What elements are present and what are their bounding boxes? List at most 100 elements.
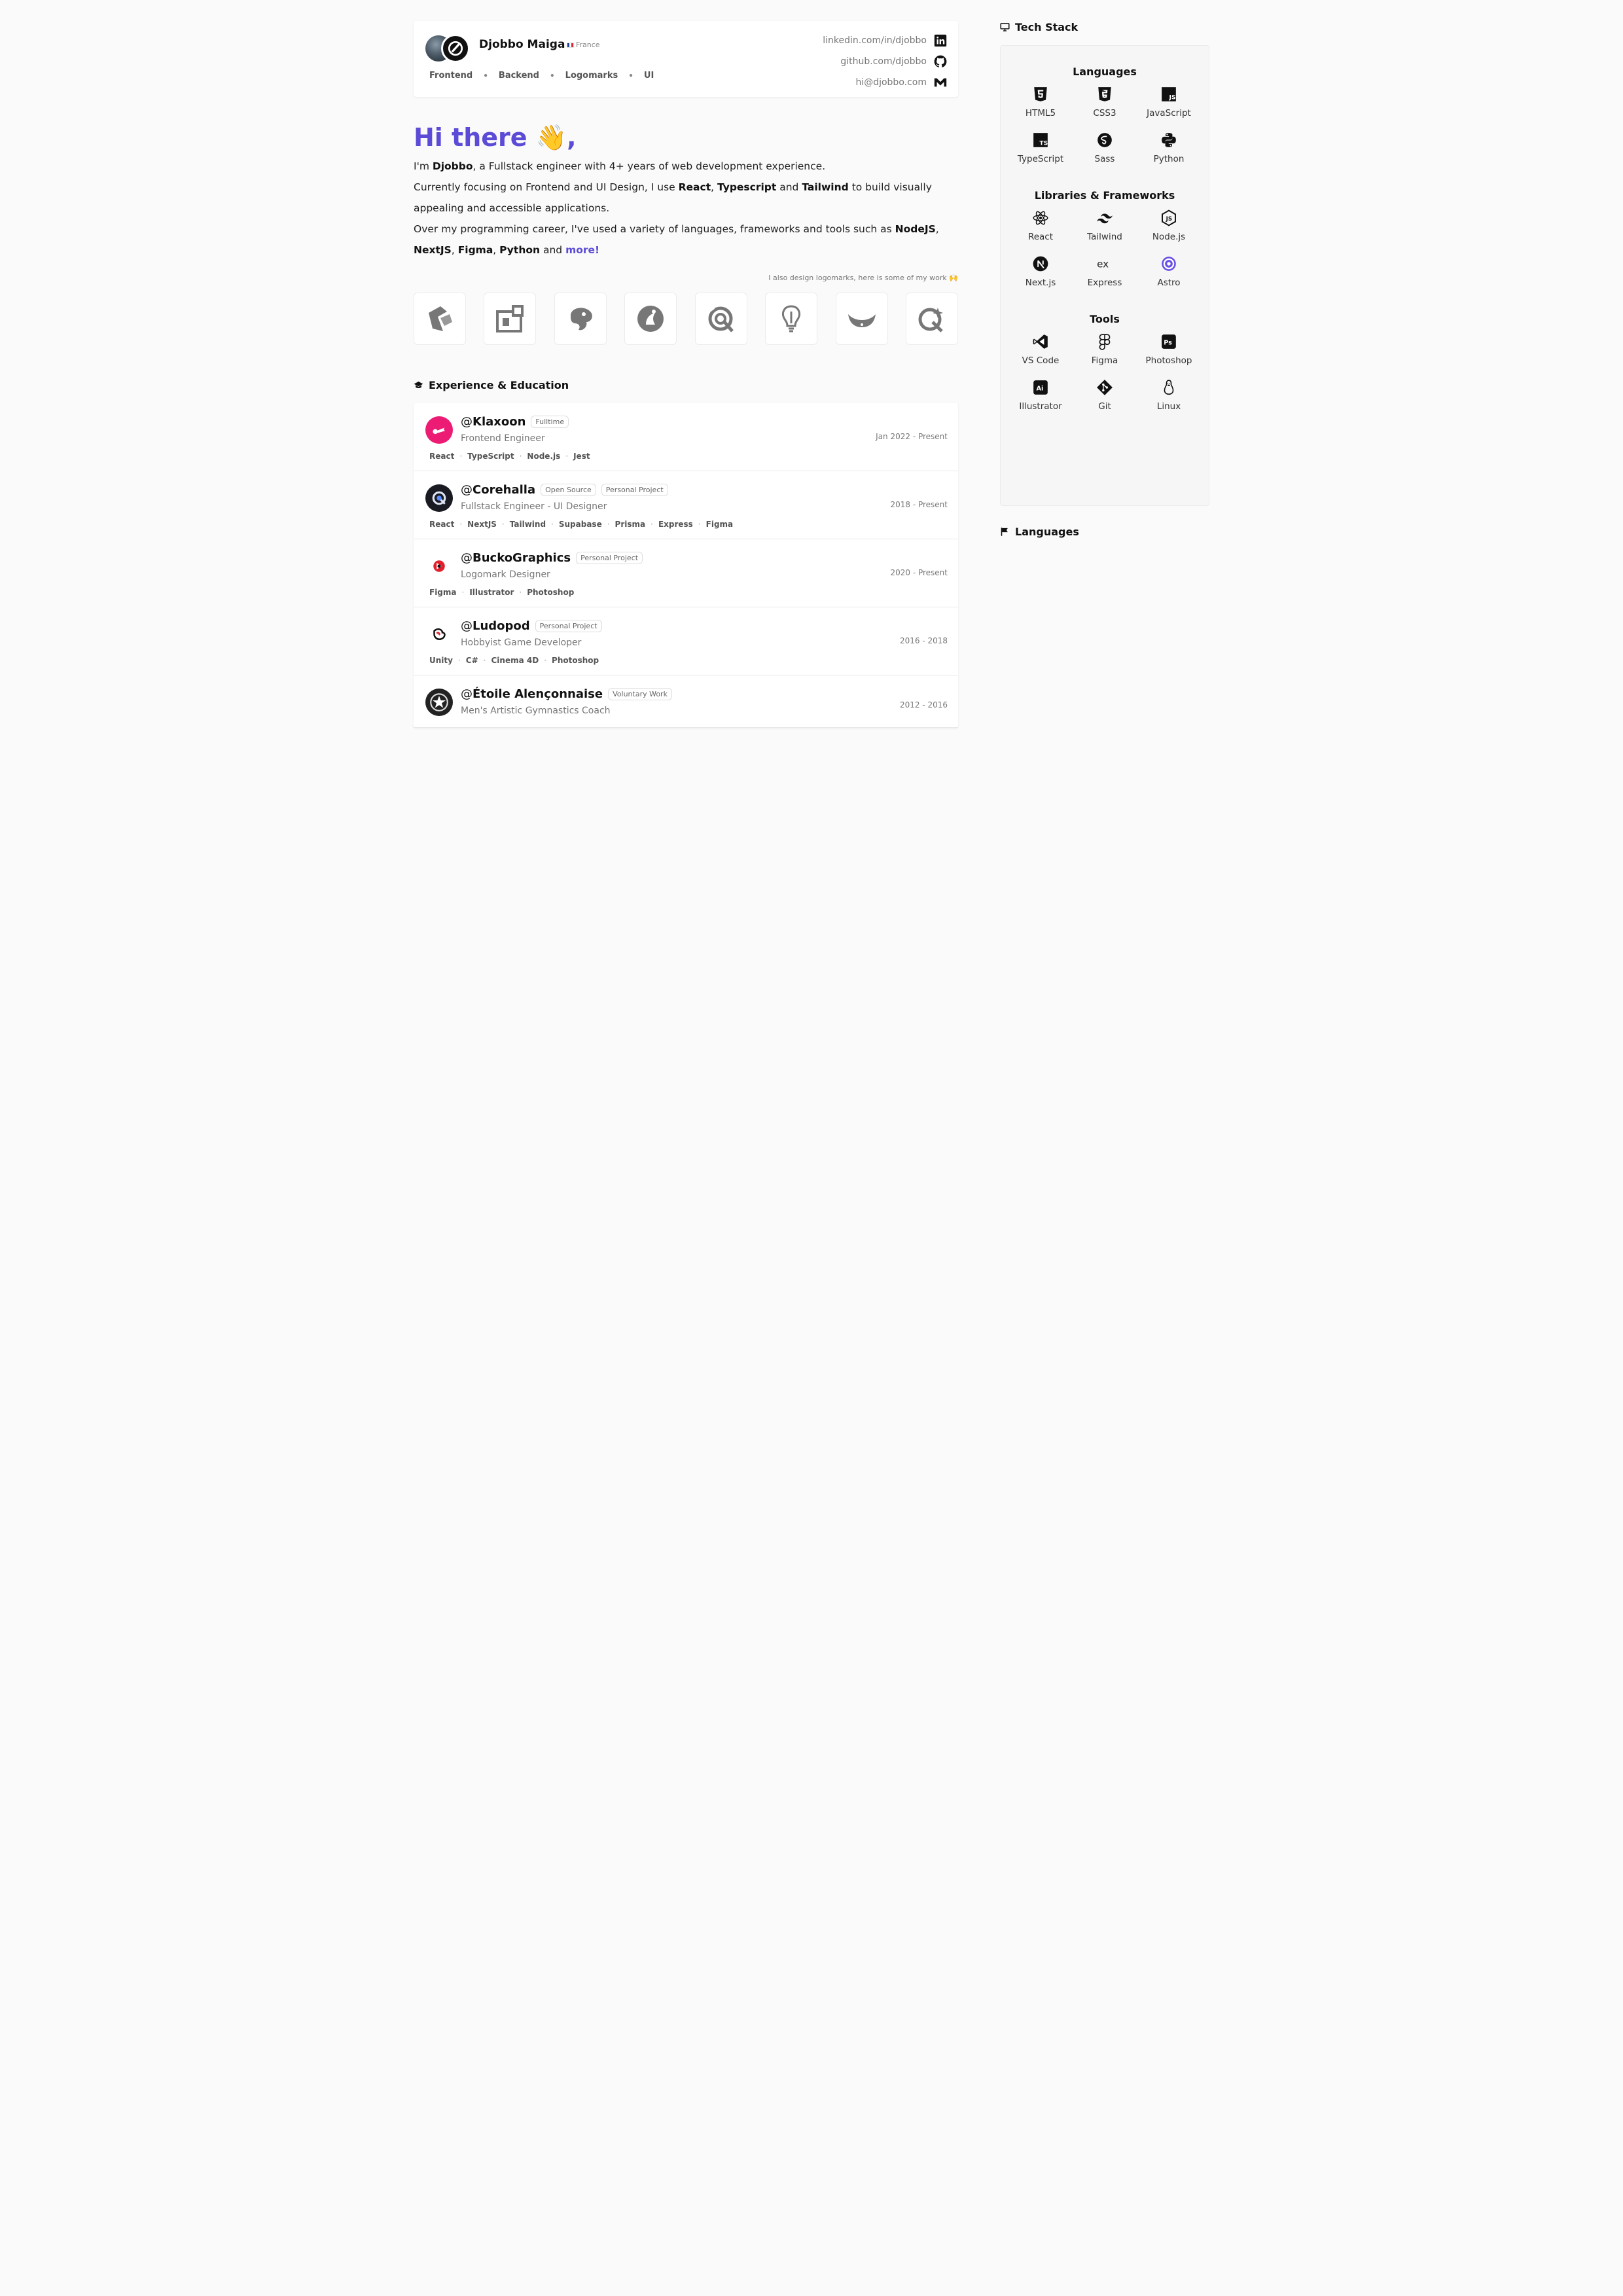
company-name[interactable]: @Étoile Alençonnaise <box>461 687 603 701</box>
logomark-tile[interactable] <box>905 292 958 345</box>
express-icon: ex <box>1097 258 1109 270</box>
experience-item[interactable]: @Corehalla Open Source Personal Project … <box>414 471 958 539</box>
logomark-gallery <box>414 292 958 345</box>
logomark-tile[interactable] <box>835 292 888 345</box>
tech-item: Photoshop <box>552 655 599 665</box>
svg-text:Ps: Ps <box>1164 339 1172 346</box>
nodejs-icon: JS <box>1162 209 1176 226</box>
tech-item[interactable]: Ai Illustrator <box>1008 379 1073 412</box>
tech-item[interactable]: Sass <box>1073 132 1137 164</box>
profile-header: Djobbo Maiga France Frontend • Backend •… <box>414 21 958 97</box>
tech-item: Node.js <box>527 451 561 461</box>
logomark-2-icon <box>496 304 524 332</box>
mail-icon[interactable] <box>933 75 948 90</box>
tech-label: React <box>1027 232 1054 242</box>
role-item: UI <box>643 71 654 81</box>
sidebar: Tech Stack Languages HTML5 CSS3 JS JavaSc… <box>1000 21 1209 538</box>
date-range: Jan 2022 - Present <box>876 431 948 441</box>
role-item: Logomarks <box>565 71 618 81</box>
linkedin-url[interactable]: linkedin.com/in/djobbo <box>823 35 927 46</box>
experience-item[interactable]: @Ludopod Personal Project Hobbyist Game … <box>414 607 958 675</box>
main-column: Djobbo Maiga France Frontend • Backend •… <box>414 21 958 728</box>
role-list: Frontend • Backend • Logomarks • UI <box>429 71 654 81</box>
sass-icon <box>1097 133 1112 147</box>
company-name[interactable]: @BuckoGraphics <box>461 551 571 565</box>
experience-item[interactable]: @BuckoGraphics Personal Project Logomark… <box>414 539 958 607</box>
role-item: Backend <box>498 71 539 81</box>
tech-item[interactable]: Astro <box>1137 255 1201 288</box>
tech-item[interactable]: JS JavaScript <box>1137 86 1201 118</box>
company-name[interactable]: @Ludopod <box>461 619 530 633</box>
experience-header: @Klaxoon Fulltime <box>461 415 569 429</box>
tech-item[interactable]: HTML5 <box>1008 86 1073 118</box>
tech-item[interactable]: JS Node.js <box>1137 209 1201 242</box>
bio-text-segment: , <box>935 223 939 235</box>
tech-item[interactable]: Git <box>1073 379 1137 412</box>
date-range: 2012 - 2016 <box>899 700 948 709</box>
logomark-tile[interactable] <box>414 292 466 345</box>
linkedin-icon[interactable] <box>933 33 948 48</box>
nextjs-icon <box>1033 256 1048 272</box>
avatar-group <box>425 33 471 64</box>
tech-item: Tailwind <box>509 519 546 529</box>
email-link[interactable]: hi@djobbo.com <box>823 72 948 93</box>
tech-list: Unity · C# · Cinema 4D · Photoshop <box>429 656 599 665</box>
github-icon[interactable] <box>933 54 948 69</box>
tech-item: Express <box>658 519 693 529</box>
figma-icon <box>1099 334 1111 350</box>
linkedin-link[interactable]: linkedin.com/in/djobbo <box>823 30 948 51</box>
javascript-icon: JS <box>1162 87 1176 101</box>
bio-highlight: NextJS <box>414 243 452 256</box>
date-range: 2016 - 2018 <box>899 636 948 645</box>
more-link[interactable]: more! <box>565 244 599 256</box>
logomark-5-icon <box>707 306 734 332</box>
tech-item: Supabase <box>558 519 602 529</box>
bio-text-segment: , a Fullstack engineer with 4+ years of … <box>473 160 826 172</box>
tech-label: CSS3 <box>1093 108 1116 118</box>
company-label: Étoile Alençonnaise <box>473 687 603 701</box>
tech-item[interactable]: TS TypeScript <box>1008 132 1073 164</box>
tech-stack-title-text: Tech Stack <box>1015 21 1079 33</box>
logomark-tile[interactable] <box>624 292 677 345</box>
logomark-tile[interactable] <box>765 292 818 345</box>
separator-dot: · <box>457 655 461 665</box>
greeting-heading: Hi there 👋, <box>414 123 577 152</box>
tech-label: Figma <box>1091 355 1118 366</box>
photoshop-icon: Ps <box>1162 334 1176 349</box>
bio-text-segment: , <box>711 181 717 193</box>
date-range: 2020 - Present <box>890 567 948 577</box>
tech-grid: HTML5 CSS3 JS JavaScript TS TypeScript Sas… <box>1008 86 1201 164</box>
company-name[interactable]: @Klaxoon <box>461 415 526 429</box>
tech-label: Python <box>1153 154 1185 164</box>
tech-item[interactable]: Tailwind <box>1073 209 1137 242</box>
separator-dot: · <box>651 519 653 529</box>
project-tag: Personal Project <box>576 551 643 564</box>
logomark-tile[interactable] <box>554 292 607 345</box>
tech-item[interactable]: CSS3 <box>1073 86 1137 118</box>
github-link[interactable]: github.com/djobbo <box>823 51 948 72</box>
tech-item[interactable]: Python <box>1137 132 1201 164</box>
tech-item[interactable]: VS Code <box>1008 333 1073 366</box>
company-name[interactable]: @Corehalla <box>461 483 535 497</box>
bio-highlight: Figma <box>457 243 493 256</box>
tech-item[interactable]: Next.js <box>1008 255 1073 288</box>
experience-item[interactable]: @Klaxoon Fulltime Frontend Engineer Reac… <box>414 403 958 471</box>
logomark-6-icon <box>782 305 801 332</box>
tech-item: Jest <box>573 451 590 461</box>
country-label: France <box>576 41 600 49</box>
tech-item: Figma <box>429 587 457 597</box>
tech-item[interactable]: ex Express <box>1073 255 1137 288</box>
logomark-tile[interactable] <box>484 292 537 345</box>
linux-icon <box>1164 380 1174 395</box>
tech-item[interactable]: React <box>1008 209 1073 242</box>
tech-item[interactable]: Ps Photoshop <box>1137 333 1201 366</box>
email-address[interactable]: hi@djobbo.com <box>855 77 927 88</box>
klaxoon-logo-icon <box>425 416 453 444</box>
tech-item[interactable]: Linux <box>1137 379 1201 412</box>
logomark-tile[interactable] <box>694 292 747 345</box>
tech-grid: React Tailwind JS Node.js Next.js ex Expre… <box>1008 209 1201 288</box>
tech-item[interactable]: Figma <box>1073 333 1137 366</box>
etoile-alenconnaise-logo-icon <box>425 688 453 716</box>
experience-item[interactable]: @Étoile Alençonnaise Voluntary Work Men'… <box>414 675 958 728</box>
github-url[interactable]: github.com/djobbo <box>840 56 927 67</box>
